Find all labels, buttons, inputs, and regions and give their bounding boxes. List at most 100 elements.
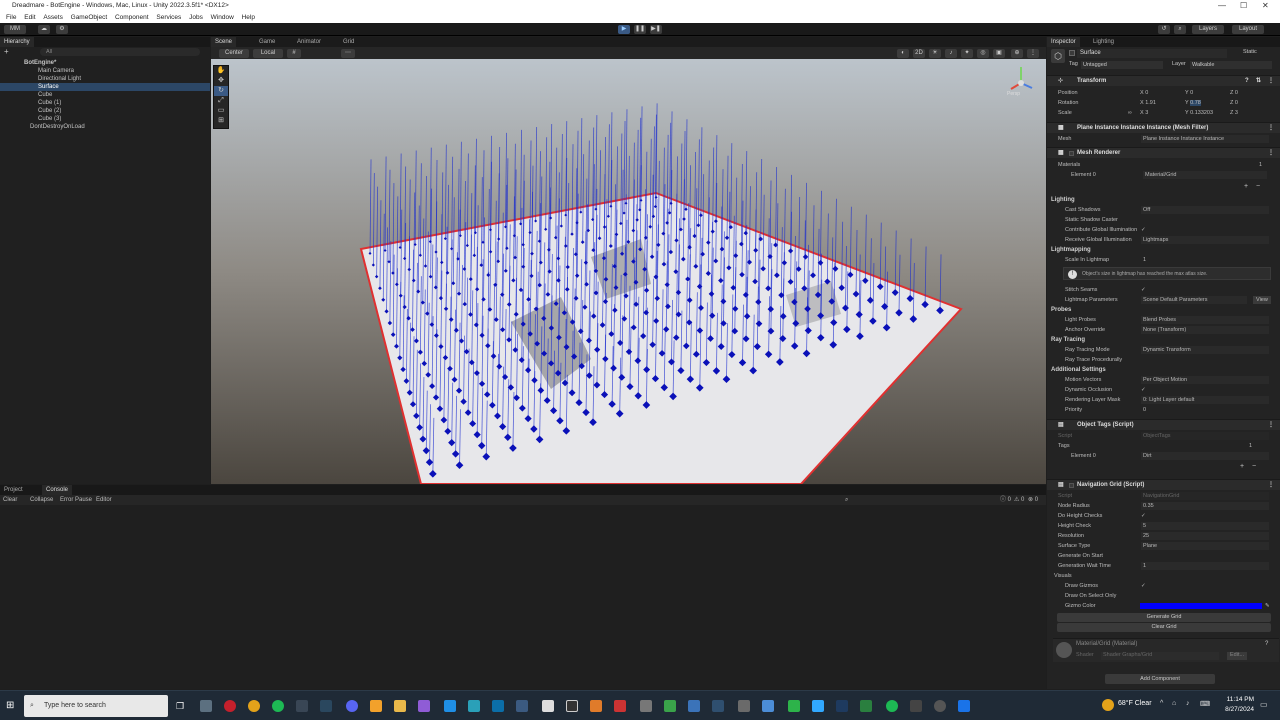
clear-button[interactable]: Clear [3, 495, 17, 505]
camera-icon[interactable]: ▣ [993, 49, 1005, 58]
play-button[interactable]: ▶ [618, 25, 630, 34]
hierarchy-search-input[interactable]: All [40, 48, 200, 56]
menu-file[interactable]: File [6, 14, 16, 21]
materials-row[interactable]: Materials 1 [1047, 160, 1280, 170]
menu-component[interactable]: Component [115, 14, 149, 21]
additional-settings-section[interactable]: Additional Settings [1051, 365, 1106, 375]
scene-viewport[interactable]: ✋ ✥ ↻ ⤢ ▭ ⊞ Persp [211, 59, 1046, 484]
layer-dropdown[interactable]: Walkable [1190, 61, 1272, 69]
snap-icon[interactable]: ⋯ [341, 49, 355, 58]
menu-window[interactable]: Window [211, 14, 234, 21]
priority-value[interactable]: 0 [1143, 405, 1146, 415]
search-icon[interactable]: ⌕ [1174, 25, 1186, 34]
edit-shader-button[interactable]: Edit... [1227, 652, 1248, 660]
volume-icon[interactable]: ♪ [1186, 700, 1190, 707]
lighting-toggle-icon[interactable]: ☀ [929, 49, 941, 58]
stitch-seams-checkbox[interactable]: ✓ [1141, 285, 1146, 295]
mesh-renderer-header[interactable]: ▦ Mesh Renderer ⋮ [1047, 147, 1280, 158]
app-icon-sourcetree[interactable] [492, 700, 504, 712]
weather-text[interactable]: 68°F Clear [1118, 700, 1152, 707]
app-icon-terminal[interactable] [296, 700, 308, 712]
orientation-gizmo[interactable]: Persp [1001, 61, 1041, 101]
material-element-field[interactable]: Material/Grid [1143, 171, 1267, 179]
scale-lightmap-value[interactable]: 1 [1143, 255, 1146, 265]
app-icon-spotify[interactable] [272, 700, 284, 712]
component-menu-icon[interactable]: ⋮ [1268, 123, 1274, 134]
surface-type-dropdown[interactable]: Plane [1141, 542, 1269, 550]
account-button[interactable]: MM [4, 25, 26, 34]
hierarchy-item-botengine[interactable]: BotEngine* [0, 59, 210, 67]
history-icon[interactable]: ↺ [1158, 25, 1170, 34]
rect-tool-icon[interactable]: ▭ [214, 106, 228, 116]
tab-inspector[interactable]: Inspector [1047, 37, 1080, 47]
app-icon-unreal[interactable] [566, 700, 578, 712]
height-checks-checkbox[interactable]: ✓ [1141, 511, 1146, 521]
render-mode-icon[interactable]: ◐ [897, 49, 909, 58]
transform-tool-icon[interactable]: ⊞ [214, 116, 228, 126]
app-icon-snipping[interactable] [738, 700, 750, 712]
2d-toggle[interactable]: 2D [913, 49, 925, 58]
app-icon-spotify-2[interactable] [886, 700, 898, 712]
light-probes-dropdown[interactable]: Blend Probes [1141, 316, 1269, 324]
component-menu-icon[interactable]: ⋮ [1268, 480, 1274, 491]
hierarchy-item-dontdestroyonload[interactable]: DontDestroyOnLoad [0, 123, 210, 131]
app-icon-app-edge[interactable] [958, 700, 970, 712]
navigation-grid-enabled-checkbox[interactable] [1069, 483, 1074, 488]
app-icon-github[interactable] [516, 700, 528, 712]
generate-grid-button[interactable]: Generate Grid [1057, 613, 1271, 622]
hierarchy-item-cube-3[interactable]: Cube (3) [0, 115, 210, 123]
preset-icon[interactable]: ⇅ [1256, 76, 1261, 87]
rotation-y-field[interactable]: Y 0.78 [1185, 98, 1201, 108]
tag-element-field[interactable]: Dirt [1141, 452, 1269, 460]
pause-button[interactable]: ❚❚ [634, 25, 646, 34]
hierarchy-item-surface[interactable]: Surface [0, 83, 210, 91]
mesh-field[interactable]: Plane Instance Instance Instance [1141, 135, 1269, 143]
space-dropdown[interactable]: Local [253, 49, 283, 58]
contribute-gi-checkbox[interactable]: ✓ [1141, 225, 1146, 235]
app-icon-unity-hub[interactable] [542, 700, 554, 712]
constrain-proportions-icon[interactable]: ∞ [1128, 108, 1132, 118]
app-icon-app-green2[interactable] [788, 700, 800, 712]
height-check-field[interactable]: 5 [1141, 522, 1269, 530]
tab-game[interactable]: Game [255, 37, 279, 47]
pivot-dropdown[interactable]: Center [219, 49, 249, 58]
static-toggle[interactable]: Static [1243, 49, 1257, 55]
transform-header[interactable]: ⊹ Transform? ⇅ ⋮ [1047, 75, 1280, 86]
task-view-icon[interactable]: ❐ [174, 700, 186, 712]
resolution-field[interactable]: 25 [1141, 532, 1269, 540]
app-icon-photoshop-2[interactable] [836, 700, 848, 712]
object-name-field[interactable]: Surface [1077, 49, 1227, 58]
app-icon-settings[interactable] [200, 700, 212, 712]
app-icon-app-lightblue[interactable] [762, 700, 774, 712]
app-icon-vscode[interactable] [444, 700, 456, 712]
gizmos-icon[interactable]: ⊕ [1011, 49, 1023, 58]
tab-scene[interactable]: Scene [211, 37, 237, 47]
shader-dropdown[interactable]: Shader Graphs/Grid [1101, 652, 1219, 660]
visuals-row[interactable]: Visuals [1047, 571, 1280, 581]
app-icon-unity[interactable] [910, 700, 922, 712]
rotation-z-field[interactable]: Z 0 [1230, 98, 1238, 108]
navigation-grid-header[interactable]: ▤ Navigation Grid (Script) ⋮ [1047, 479, 1280, 490]
menu-services[interactable]: Services [156, 14, 181, 21]
hierarchy-item-main-camera[interactable]: Main Camera [0, 67, 210, 75]
component-menu-icon[interactable]: ⋮ [1268, 76, 1274, 87]
receive-gi-dropdown[interactable]: Lightmaps [1141, 236, 1269, 244]
maximize-icon[interactable]: ☐ [1240, 0, 1247, 12]
tray-overflow-icon[interactable]: ^ [1160, 700, 1163, 707]
add-component-button[interactable]: Add Component [1105, 674, 1215, 684]
windows-start-icon[interactable]: ⊞ [6, 700, 17, 711]
scale-z-field[interactable]: Z 3 [1230, 108, 1238, 118]
grid-snap-icon[interactable]: # [287, 49, 301, 58]
effects-toggle-icon[interactable]: ✦ [961, 49, 973, 58]
help-icon[interactable]: ? [1265, 641, 1268, 647]
app-icon-app[interactable] [468, 700, 480, 712]
app-icon-norton[interactable] [370, 700, 382, 712]
tab-animator[interactable]: Animator [293, 37, 325, 47]
app-icon-obs[interactable] [934, 700, 946, 712]
tab-hierarchy[interactable]: Hierarchy [0, 37, 34, 47]
menu-edit[interactable]: Edit [24, 14, 35, 21]
scale-tool-icon[interactable]: ⤢ [214, 96, 228, 106]
remove-tag-icon[interactable]: − [1252, 463, 1256, 470]
hidden-toggle-icon[interactable]: ◎ [977, 49, 989, 58]
component-menu-icon[interactable]: ⋮ [1268, 420, 1274, 431]
